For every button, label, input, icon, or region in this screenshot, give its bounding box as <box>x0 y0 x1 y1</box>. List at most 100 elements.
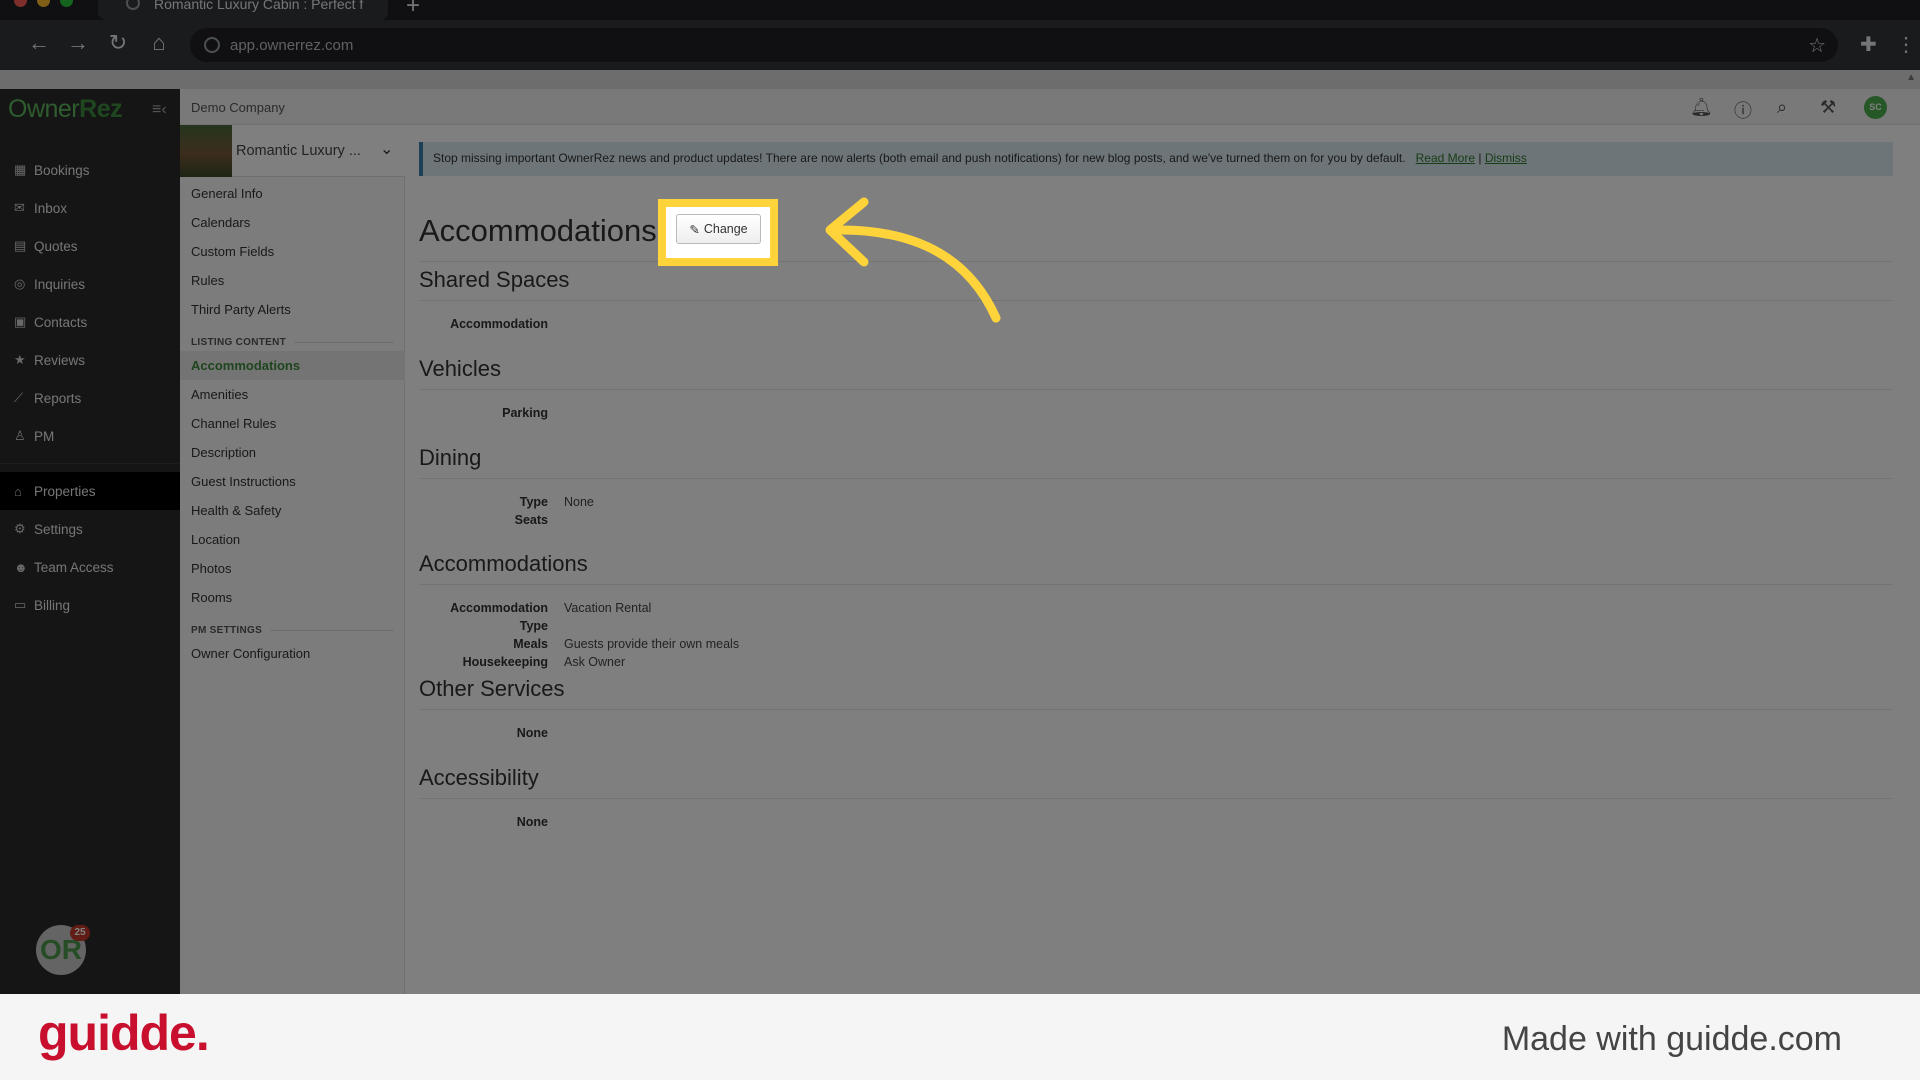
detail-key: Accommodation <box>450 317 548 331</box>
detail-key: Type <box>519 495 548 509</box>
section-shared-spaces: Shared Spaces Accommodation <box>419 265 1893 333</box>
property-thumbnail <box>180 125 232 177</box>
site-info-icon[interactable] <box>204 37 220 53</box>
sidebar-item-reports[interactable]: ⟋ Reports <box>0 379 180 417</box>
read-more-link[interactable]: Read More <box>1416 151 1475 165</box>
guidde-footer: guidde. Made with guidde.com <box>0 994 1920 1080</box>
subnav-item-description[interactable]: Description <box>180 438 405 467</box>
property-subnav: Romantic Luxury ... ⌄ General Info Calen… <box>180 125 405 994</box>
subnav-item-rooms[interactable]: Rooms <box>180 583 405 612</box>
subnav-header-listing: LISTING CONTENT <box>180 324 405 351</box>
sidebar-item-quotes[interactable]: ▤ Quotes <box>0 227 180 265</box>
main-sidebar: OwnerRez ≡‹ ▦ Bookings ✉ Inbox ▤ Quotes ◎ In… <box>0 89 180 994</box>
ownerrez-logo[interactable]: OwnerRez <box>8 95 123 124</box>
section-accommodations: Accommodations Accommodation Type Vacatio… <box>419 549 1893 671</box>
bell-icon[interactable]: 🔔︎ <box>1690 97 1713 118</box>
help-icon[interactable]: ⓘ <box>1734 97 1752 123</box>
subnav-item-channel-rules[interactable]: Channel Rules <box>180 409 405 438</box>
alert-separator: | <box>1478 151 1482 165</box>
sidebar-item-team-access[interactable]: ☻ Team Access <box>0 548 180 586</box>
subnav-item-custom-fields[interactable]: Custom Fields <box>180 237 405 266</box>
sidebar-item-properties[interactable]: ⌂ Properties <box>0 472 180 510</box>
chat-icon: ◎ <box>14 276 26 291</box>
extensions-icon[interactable]: ✚ <box>1860 32 1877 57</box>
property-selector[interactable]: Romantic Luxury ... ⌄ <box>180 125 405 177</box>
detail-row: Accommodation <box>419 315 1893 333</box>
sidebar-item-inquiries[interactable]: ◎ Inquiries <box>0 265 180 303</box>
sidebar-item-label: Reports <box>34 390 82 406</box>
reload-icon[interactable]: ↻ <box>105 32 131 54</box>
envelope-icon: ✉ <box>14 200 25 215</box>
section-title: Shared Spaces <box>419 265 1893 301</box>
subnav-item-general-info[interactable]: General Info <box>180 179 405 208</box>
subnav-item-accommodations[interactable]: Accommodations <box>180 351 405 380</box>
document-icon: ▤ <box>14 238 27 253</box>
detail-row: None <box>419 813 1893 831</box>
section-title: Other Services <box>419 674 1893 710</box>
section-title: Accommodations <box>419 549 1893 585</box>
sidebar-item-label: Inbox <box>34 200 68 216</box>
browser-menu-icon[interactable]: ⋮ <box>1896 32 1916 57</box>
title-divider <box>419 261 1893 262</box>
sidebar-item-reviews[interactable]: ★ Reviews <box>0 341 180 379</box>
detail-key: Meals <box>513 637 548 651</box>
user-avatar[interactable]: SC <box>1864 96 1887 119</box>
company-name[interactable]: Demo Company <box>191 100 285 115</box>
window-controls[interactable] <box>14 0 73 7</box>
subnav-header-label: LISTING CONTENT <box>191 337 287 348</box>
detail-value: Vacation Rental <box>564 601 652 615</box>
subnav-item-photos[interactable]: Photos <box>180 554 405 583</box>
subnav-item-rules[interactable]: Rules <box>180 266 405 295</box>
detail-row: Type None <box>419 493 1893 511</box>
maximize-window-icon[interactable] <box>60 0 73 7</box>
detail-key: Parking <box>502 406 548 420</box>
bookmark-star-icon[interactable]: ☆ <box>1808 33 1826 58</box>
card-icon: ▭ <box>14 597 27 612</box>
detail-row: Housekeeping Ask Owner <box>419 653 1893 671</box>
main-nav: ▦ Bookings ✉ Inbox ▤ Quotes ◎ Inquiries ▣ Con… <box>0 151 180 624</box>
sidebar-item-billing[interactable]: ▭ Billing <box>0 586 180 624</box>
close-window-icon[interactable] <box>14 0 27 7</box>
tab-title: Romantic Luxury Cabin : Perfect f <box>154 0 364 12</box>
url-text[interactable]: app.ownerrez.com <box>230 37 353 54</box>
detail-key: Housekeeping <box>462 655 548 669</box>
alert-text: Stop missing important OwnerRez news and… <box>433 151 1406 165</box>
calendar-icon: ▦ <box>14 162 27 177</box>
search-icon[interactable]: ⌕ <box>1777 97 1787 118</box>
wrench-icon[interactable]: ⚒ <box>1820 97 1836 118</box>
sidebar-item-inbox[interactable]: ✉ Inbox <box>0 189 180 227</box>
sidebar-item-pm[interactable]: ♙ PM <box>0 417 180 455</box>
address-bar[interactable]: app.ownerrez.com ☆ <box>190 28 1838 62</box>
browser-toolbar: ← → ↻ ⌂ app.ownerrez.com ☆ ✚ ⋮ <box>0 20 1920 70</box>
subnav-item-owner-configuration[interactable]: Owner Configuration <box>180 639 405 668</box>
chevron-down-icon[interactable]: ⌄ <box>380 139 393 159</box>
subnav-item-calendars[interactable]: Calendars <box>180 208 405 237</box>
sidebar-item-label: Billing <box>34 597 71 613</box>
detail-value: Ask Owner <box>564 655 626 669</box>
logo-text-bold: Rez <box>79 95 123 123</box>
browser-gap: ▲ <box>0 70 1920 89</box>
subnav-item-health-safety[interactable]: Health & Safety <box>180 496 405 525</box>
gear-icon: ⚙ <box>14 521 26 536</box>
sidebar-item-bookings[interactable]: ▦ Bookings <box>0 151 180 189</box>
subnav-item-guest-instructions[interactable]: Guest Instructions <box>180 467 405 496</box>
scroll-up-icon[interactable]: ▲ <box>1906 72 1916 83</box>
change-button[interactable]: ✎ Change <box>676 214 761 244</box>
back-icon[interactable]: ← <box>26 32 52 54</box>
detail-row: Parking <box>419 404 1893 422</box>
sidebar-item-settings[interactable]: ⚙ Settings <box>0 510 180 548</box>
new-tab-icon[interactable]: + <box>406 0 420 20</box>
collapse-sidebar-icon[interactable]: ≡‹ <box>152 101 167 119</box>
subnav-item-third-party-alerts[interactable]: Third Party Alerts <box>180 295 405 324</box>
subnav-item-location[interactable]: Location <box>180 525 405 554</box>
pencil-icon: ✎ <box>689 222 700 237</box>
minimize-window-icon[interactable] <box>37 0 50 7</box>
made-with-text: Made with guidde.com <box>1501 1020 1842 1058</box>
home-icon[interactable]: ⌂ <box>146 32 172 54</box>
browser-tab[interactable]: Romantic Luxury Cabin : Perfect f <box>98 0 388 20</box>
dismiss-link[interactable]: Dismiss <box>1485 151 1527 165</box>
sidebar-item-contacts[interactable]: ▣ Contacts <box>0 303 180 341</box>
subnav-item-amenities[interactable]: Amenities <box>180 380 405 409</box>
pointer-arrow-icon <box>825 197 1001 323</box>
forward-icon[interactable]: → <box>65 32 91 54</box>
